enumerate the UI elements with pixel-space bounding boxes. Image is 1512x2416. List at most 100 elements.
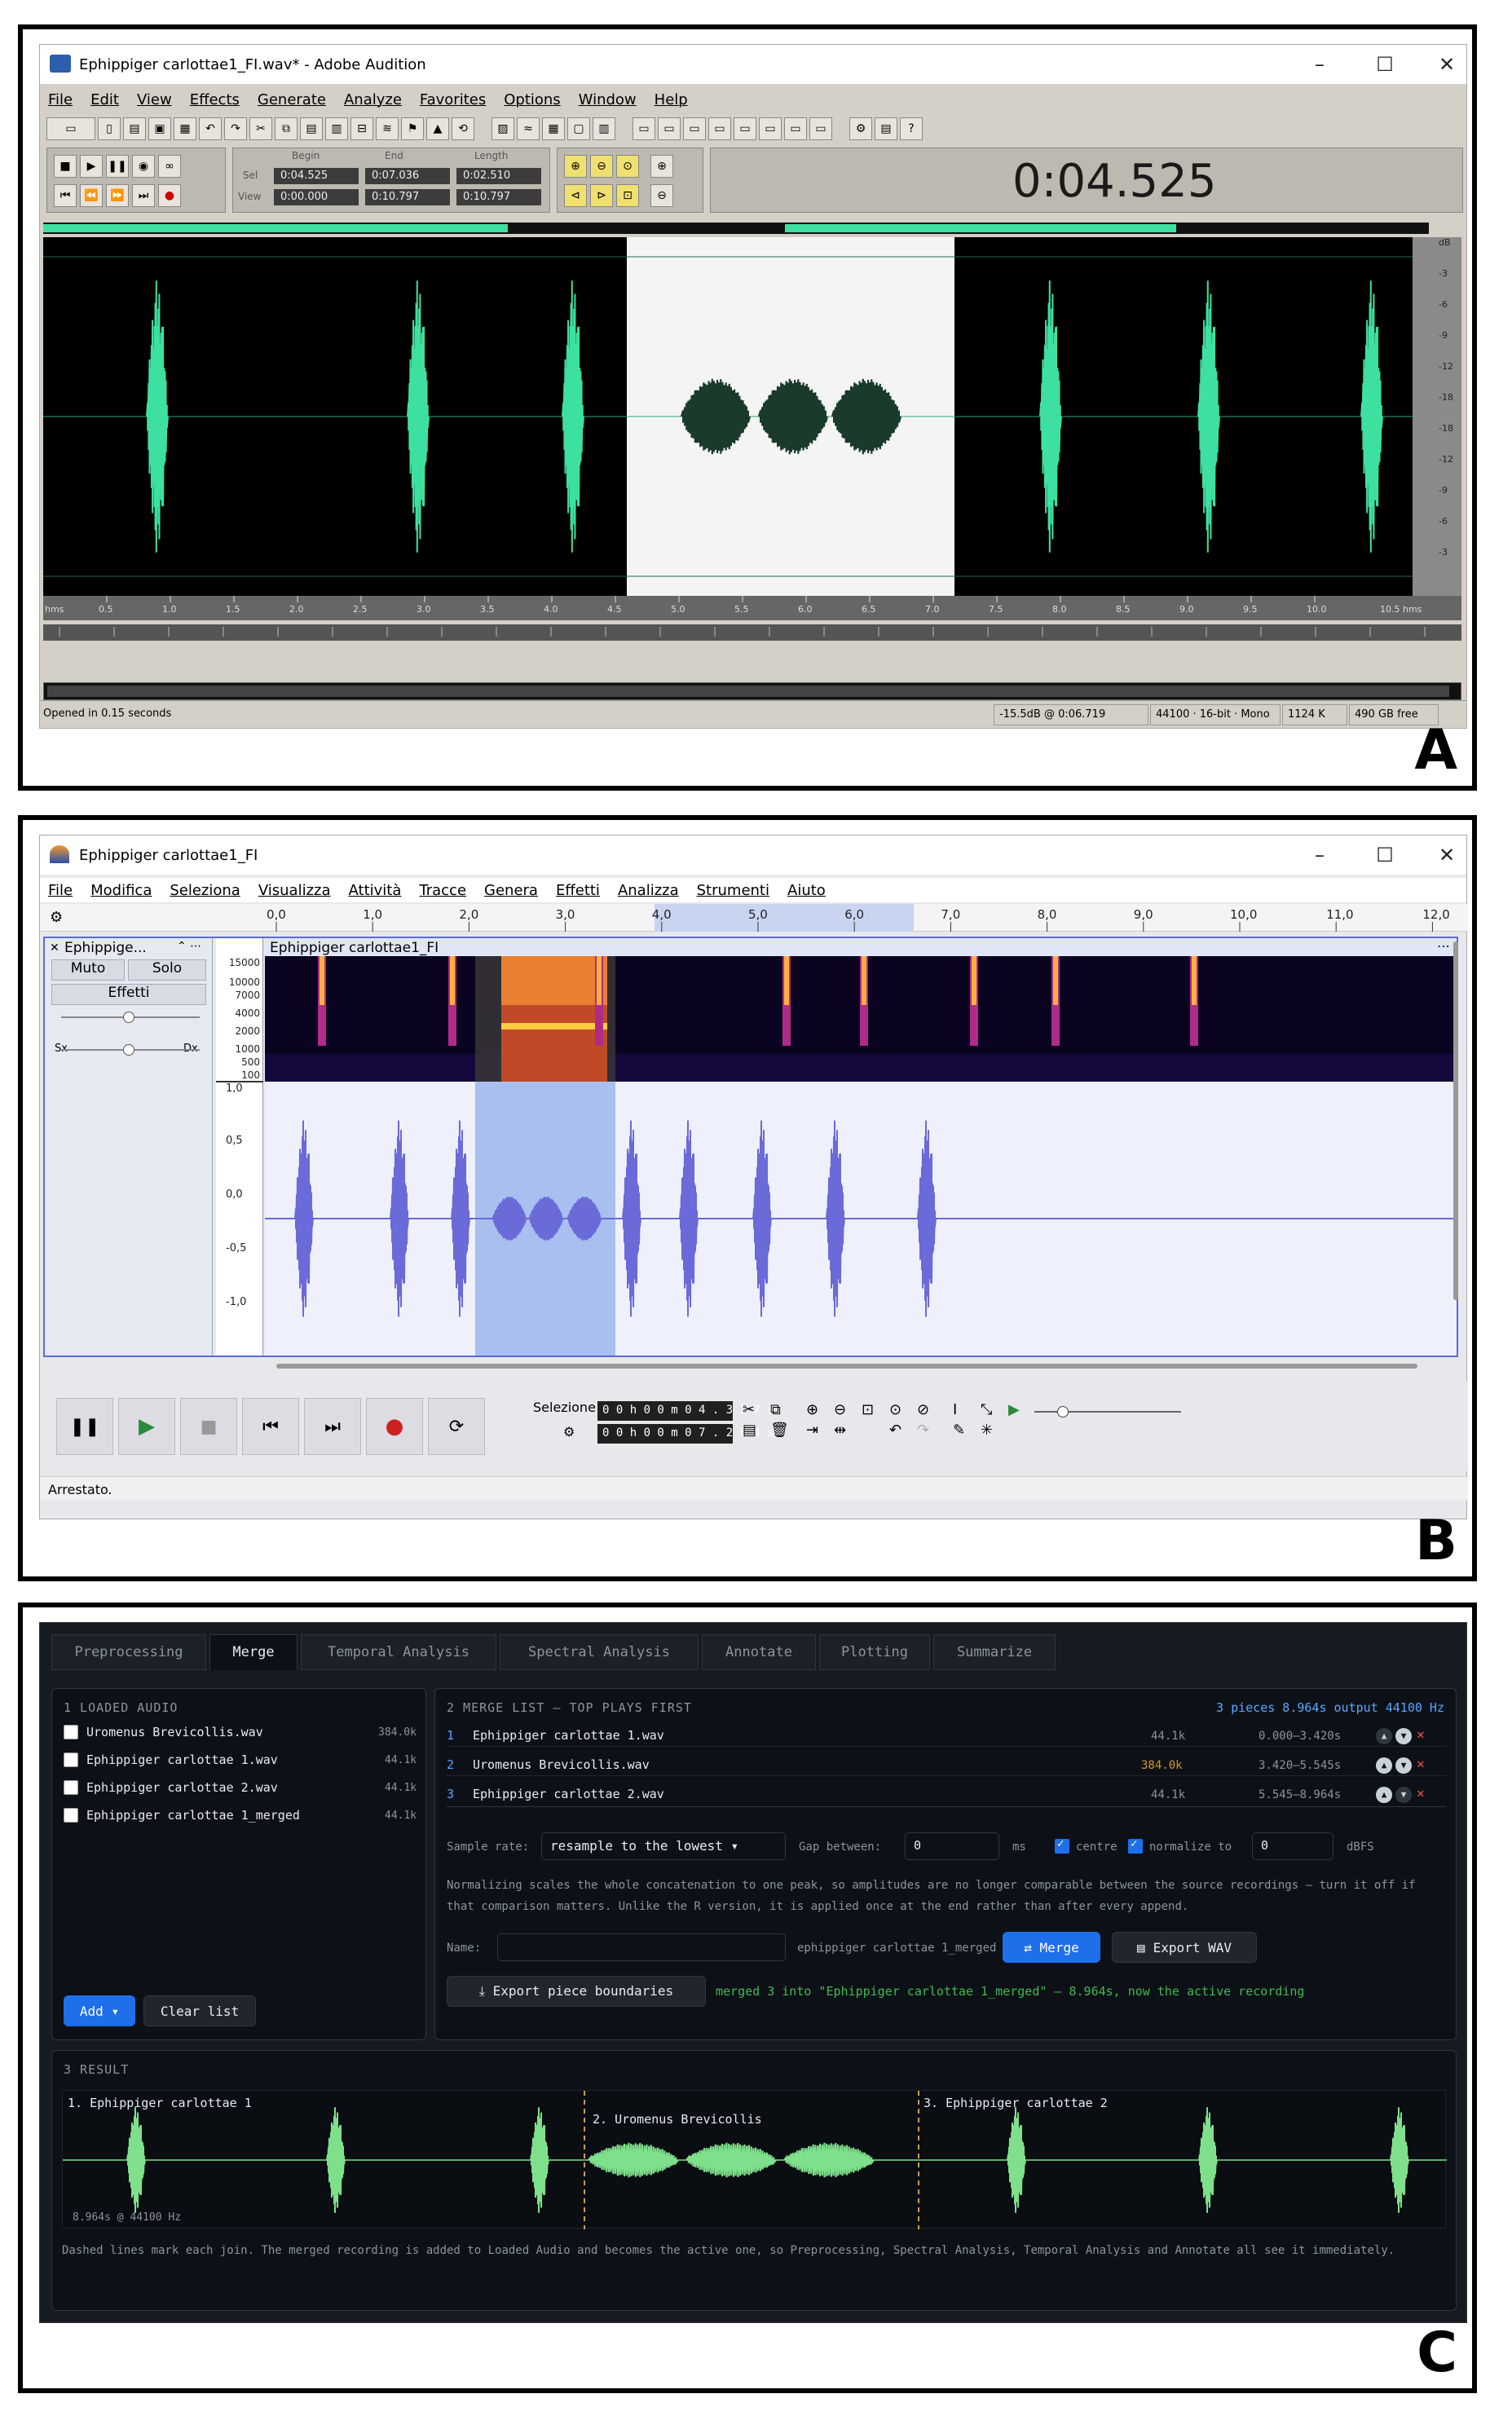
add-button[interactable]: Add ▾ (64, 1995, 135, 2026)
view-toggle-1-icon[interactable]: ▭ (633, 117, 655, 140)
view-length-field[interactable]: 0:10.797 (456, 189, 541, 205)
tab-spectral-analysis[interactable]: Spectral Analysis (500, 1634, 699, 1670)
undo-icon[interactable]: ↶ (889, 1422, 914, 1439)
export-wav-button[interactable]: ▤ Export WAV (1112, 1932, 1257, 1963)
tab-merge[interactable]: Merge (209, 1634, 298, 1670)
pan-slider-knob[interactable] (123, 1044, 134, 1056)
stop-icon[interactable]: ■ (54, 155, 77, 178)
menu-file[interactable]: File (48, 882, 73, 899)
view-end-field[interactable]: 0:10.797 (365, 189, 450, 205)
menu-attivita[interactable]: Attività (349, 882, 402, 899)
merge-button[interactable]: ⇄ Merge (1003, 1932, 1100, 1963)
play-at-speed-icon[interactable]: ▶ (1008, 1401, 1033, 1418)
view-toggle-2-icon[interactable]: ▭ (658, 117, 681, 140)
view-toggle-3-icon[interactable]: ▭ (683, 117, 706, 140)
envelope-tool-icon[interactable]: ⤡ (981, 1401, 1005, 1418)
new-file-icon[interactable]: ▯ (98, 117, 121, 140)
track-close-icon[interactable]: ✕ (50, 941, 60, 954)
timeline-ruler[interactable]: ⚙ 0,0 1,0 2,0 3,0 4,0 5,0 6,0 7,0 8,0 9,0 10,0 11,0… (40, 904, 1468, 932)
remove-icon[interactable]: ✕ (1417, 1756, 1425, 1771)
menu-analizza[interactable]: Analizza (618, 882, 679, 899)
tab-temporal-analysis[interactable]: Temporal Analysis (301, 1634, 496, 1670)
merge-row-2-name[interactable]: Uromenus Brevicollis.wav (473, 1757, 650, 1772)
move-up-icon[interactable]: ▲ (1376, 1728, 1392, 1744)
multitrack-toggle-icon[interactable]: ▭ (46, 117, 95, 140)
minimize-icon[interactable]: – (1303, 844, 1336, 866)
mix-paste-icon[interactable]: ▥ (325, 117, 348, 140)
clear-list-button[interactable]: Clear list (143, 1995, 256, 2026)
record-icon[interactable]: ● (158, 184, 181, 207)
maximize-icon[interactable]: ☐ (1369, 53, 1401, 76)
record-icon[interactable]: ● (366, 1398, 423, 1455)
move-down-icon[interactable]: ▼ (1395, 1757, 1412, 1774)
move-down-icon[interactable]: ▼ (1395, 1787, 1412, 1803)
close-icon[interactable]: ✕ (1430, 844, 1463, 866)
meter-icon[interactable]: ▥ (593, 117, 615, 140)
sel-end-field[interactable]: 0:07.036 (365, 168, 450, 184)
zoom-left-icon[interactable]: ⊲ (564, 184, 587, 207)
gain-slider-knob[interactable] (123, 1012, 134, 1023)
loop-icon[interactable]: ⟲ (452, 117, 474, 140)
loaded-checkbox-1[interactable] (64, 1725, 78, 1739)
zoom-toggle-icon[interactable]: ⊘ (917, 1401, 941, 1418)
sample-rate-select[interactable]: resample to the lowest ▾ (541, 1832, 786, 1860)
overview-bar[interactable] (43, 223, 1429, 234)
menu-analyze[interactable]: Analyze (344, 91, 402, 108)
save-icon[interactable]: ▣ (148, 117, 171, 140)
pause-icon[interactable]: ❚❚ (56, 1398, 113, 1455)
spectral-view-icon[interactable]: ▨ (492, 117, 514, 140)
view-begin-field[interactable]: 0:00.000 (274, 189, 359, 205)
close-icon[interactable]: ✕ (1430, 53, 1463, 76)
menu-seleziona[interactable]: Seleziona (170, 882, 240, 899)
menu-view[interactable]: View (137, 91, 172, 108)
view-toggle-5-icon[interactable]: ▭ (734, 117, 756, 140)
marker-icon[interactable]: ⚑ (401, 117, 424, 140)
zoom-full-icon[interactable]: ⊙ (616, 155, 639, 178)
select-tool-icon[interactable]: I (953, 1401, 977, 1418)
move-down-icon[interactable]: ▼ (1395, 1728, 1412, 1744)
multi-tool-icon[interactable]: ✳ (981, 1422, 1005, 1439)
fx-icon[interactable]: ≋ (376, 117, 399, 140)
loaded-checkbox-3[interactable] (64, 1780, 78, 1795)
solo-button[interactable]: Solo (128, 959, 206, 981)
undo-icon[interactable]: ↶ (199, 117, 222, 140)
gap-input[interactable]: 0 (905, 1832, 999, 1860)
view-toggle-4-icon[interactable]: ▭ (708, 117, 731, 140)
playback-speed-slider[interactable] (1034, 1411, 1181, 1413)
stop-icon[interactable]: ■ (180, 1398, 237, 1455)
fast-forward-icon[interactable]: ⏩ (106, 184, 129, 207)
loop-play-icon[interactable]: ∞ (158, 155, 181, 178)
clip-menu-icon[interactable]: ⋯ (1437, 938, 1450, 954)
vertical-scrollbar[interactable] (1453, 941, 1458, 1300)
track-name[interactable]: Ephippige... (64, 940, 147, 956)
trim-icon[interactable]: ⊟ (350, 117, 373, 140)
open-file-icon[interactable]: ▤ (123, 117, 146, 140)
loaded-item-2[interactable]: Ephippiger carlottae 1.wav (86, 1752, 278, 1767)
menu-effetti[interactable]: Effetti (556, 882, 600, 899)
zoom-right-icon[interactable]: ⊳ (590, 184, 613, 207)
move-up-icon[interactable]: ▲ (1376, 1787, 1392, 1803)
cut-icon[interactable]: ✂ (249, 117, 272, 140)
tab-summarize[interactable]: Summarize (933, 1634, 1056, 1670)
skip-to-end-icon[interactable]: ⏭ (304, 1398, 361, 1455)
fit-selection-icon[interactable]: ⊡ (862, 1401, 886, 1418)
merge-row-3-name[interactable]: Ephippiger carlottae 2.wav (473, 1787, 664, 1801)
waveform-view-icon[interactable]: ≈ (517, 117, 540, 140)
settings-icon[interactable]: ⚙ (849, 117, 872, 140)
effects-button[interactable]: Effetti (51, 984, 206, 1005)
zoom-out-icon[interactable]: ⊖ (834, 1401, 858, 1418)
selection-settings-icon[interactable]: ⚙ (563, 1424, 575, 1439)
spectrogram-waveform-view[interactable] (265, 956, 1457, 1356)
maximize-icon[interactable]: ☐ (1369, 844, 1401, 866)
rewind-icon[interactable]: ⏪ (80, 184, 103, 207)
playback-speed-knob[interactable] (1057, 1406, 1069, 1417)
skip-to-start-icon[interactable]: ⏮ (242, 1398, 299, 1455)
cue-icon[interactable]: ▲ (426, 117, 449, 140)
move-up-icon[interactable]: ▲ (1376, 1757, 1392, 1774)
loaded-item-3[interactable]: Ephippiger carlottae 2.wav (86, 1780, 278, 1795)
tab-preprocessing[interactable]: Preprocessing (51, 1634, 206, 1670)
result-waveform[interactable]: 1. Ephippiger carlottae 1 2. Uromenus Br… (62, 2090, 1447, 2229)
tab-annotate[interactable]: Annotate (702, 1634, 816, 1670)
redo-icon[interactable]: ↷ (224, 117, 247, 140)
menu-visualizza[interactable]: Visualizza (258, 882, 331, 899)
